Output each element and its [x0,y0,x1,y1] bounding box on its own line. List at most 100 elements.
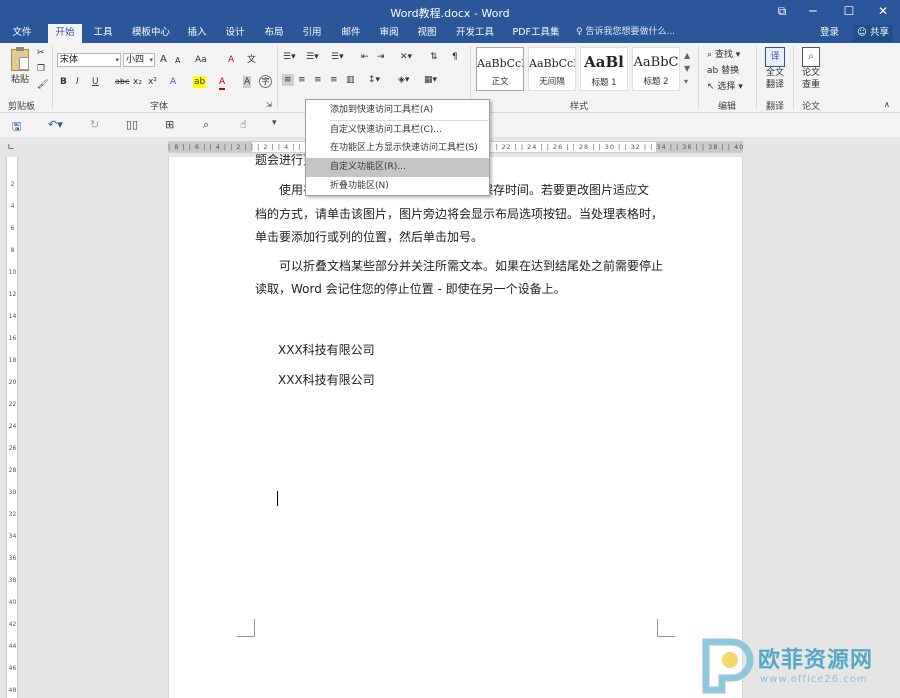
tab-tools[interactable]: 工具 [88,24,118,43]
numbering-icon[interactable]: ☰▾ [306,51,319,63]
ruler-number: 20 [8,379,17,386]
menu-item-customize-qat[interactable]: 自定义快速访问工具栏(C)... [306,121,489,140]
style-no-spacing[interactable]: AaBbCcI 无间隔 [528,47,576,91]
align-center-icon[interactable]: ≡ [298,74,306,86]
align-right-icon[interactable]: ≡ [314,74,322,86]
style-heading-2[interactable]: AaBbC 标题 2 [632,47,680,91]
menu-item-customize-ribbon[interactable]: 自定义功能区(R)... [306,158,489,177]
decrease-indent-icon[interactable]: ⇤ [361,51,369,63]
tab-mailings[interactable]: 邮件 [336,24,366,43]
tab-insert[interactable]: 插入 [182,24,212,43]
dialog-launcher-icon[interactable]: ⇲ [266,99,272,111]
strikethrough-button[interactable]: abc [115,76,129,88]
menu-item-collapse-ribbon[interactable]: 折叠功能区(N) [306,177,489,196]
tab-home[interactable]: 开始 [48,24,82,43]
tab-layout[interactable]: 布局 [259,24,289,43]
redo-icon[interactable]: ↻ [90,118,99,131]
tab-review[interactable]: 审阅 [374,24,404,43]
replace-button[interactable]: ab 替换 [707,65,739,77]
minimize-button[interactable]: ─ [796,0,830,24]
cut-icon[interactable]: ✂ [37,47,45,59]
superscript-button[interactable]: x² [148,76,157,88]
phonetic-guide-button[interactable]: 文 [247,54,256,66]
document-page[interactable]: 题会进行更 使用在 保存时间。若要更改图片适应文 档的方式，请单击该图片，图片旁… [168,153,743,698]
chinese-layout-icon[interactable]: ✕▾ [400,51,412,63]
style-sample: AaBl [584,53,624,71]
tab-template-center[interactable]: 模板中心 [128,24,174,43]
tab-pdf-tools[interactable]: PDF工具集 [508,24,564,43]
bold-button[interactable]: B [60,76,67,88]
shading-icon[interactable]: ◈▾ [398,74,409,86]
line-spacing-icon[interactable]: ↕▾ [368,74,380,86]
enclose-char-button[interactable]: 字 [259,75,272,88]
highlight-button[interactable]: ab [193,76,207,88]
touch-mode-icon[interactable]: ☝ [240,118,247,131]
style-normal[interactable]: AaBbCcI 正文 [476,47,524,91]
tab-file[interactable]: 文件 [6,24,38,43]
tab-developer[interactable]: 开发工具 [452,24,498,43]
ribbon-display-options-button[interactable]: ⧉ [765,0,799,24]
copy-icon[interactable]: ❐ [37,63,45,75]
chevron-down-icon: ▾ [149,56,153,64]
ruler-number: 10 [8,269,17,276]
style-sample: AaBbCcI [477,57,523,70]
multilevel-list-icon[interactable]: ☰▾ [331,51,344,63]
paper-check-button[interactable]: ⌕ 论文 查重 [798,47,824,91]
style-heading-1[interactable]: AaBl 标题 1 [580,47,628,91]
borders-icon[interactable]: ▦▾ [424,74,437,86]
menu-item-show-qat-above[interactable]: 在功能区上方显示快速访问工具栏(S) [306,139,489,158]
web-layout-icon[interactable]: ⊞ [165,118,174,131]
maximize-button[interactable]: ☐ [832,0,866,24]
tell-me-text: 告诉我您想要做什么... [585,27,676,37]
tab-selector-icon[interactable]: ∟ [4,143,18,155]
tab-view[interactable]: 视图 [412,24,442,43]
style-name: 正文 [491,77,509,87]
font-color-button[interactable]: A [219,76,226,90]
tell-me-box[interactable]: ♀ 告诉我您想要做什么... [576,24,675,41]
shrink-font-button[interactable]: A [175,55,180,67]
distributed-icon[interactable]: ▥ [346,74,355,86]
doc-para1-line1b: 保存时间。若要更改图片适应文 [481,183,650,197]
replace-label: 替换 [721,66,740,76]
bullets-icon[interactable]: ☰▾ [283,51,296,63]
align-left-icon[interactable]: ≡ [282,74,294,86]
italic-button[interactable]: I [76,76,79,88]
styles-scroll-icon[interactable]: ▲ ▼ ▾ [684,49,690,88]
customize-qat-icon[interactable]: ▾ [272,118,277,128]
print-preview-icon[interactable]: ⌕ [203,118,209,132]
vertical-ruler[interactable]: 2 4 6 8 10 12 14 16 18 20 22 24 26 28 30… [6,157,18,698]
title-bar: Word教程.docx - Word ⧉ ─ ☐ ✕ [0,0,900,24]
font-size-combo[interactable]: 小四 ▾ [123,53,155,67]
menu-item-add-to-qat[interactable]: 添加到快速访问工具栏(A) [306,101,489,120]
save-icon[interactable]: 🖫 [12,118,21,137]
justify-icon[interactable]: ≡ [330,74,338,86]
ruler-number: 36 [8,555,17,562]
text-effects-button[interactable]: A [170,76,176,88]
format-painter-icon[interactable]: 🖌 [37,79,48,91]
paste-button[interactable]: 粘贴 [8,47,32,89]
sort-icon[interactable]: ⇅ [430,51,438,63]
char-shading-button[interactable]: A [243,76,252,88]
find-label: 查找 [714,50,733,60]
grow-font-button[interactable]: A [160,54,167,66]
full-translate-button[interactable]: 译 全文 翻译 [762,47,788,91]
subscript-button[interactable]: x₂ [133,76,142,88]
change-case-button[interactable]: Aa [195,54,207,66]
login-link[interactable]: 登录 [820,24,839,41]
underline-button[interactable]: U [92,76,99,88]
share-button[interactable]: ☺ 共享 [853,25,893,42]
read-mode-icon[interactable]: ▯▯ [126,118,138,131]
font-name-value: 宋体 [60,55,79,65]
tab-references[interactable]: 引用 [297,24,327,43]
increase-indent-icon[interactable]: ⇥ [377,51,385,63]
show-marks-icon[interactable]: ¶ [452,51,458,63]
undo-icon[interactable]: ↶▾ [48,118,63,131]
replace-icon: ab [707,66,722,76]
close-button[interactable]: ✕ [866,0,900,24]
find-button[interactable]: ⌕ 查找 ▾ [707,49,740,61]
tab-design[interactable]: 设计 [220,24,250,43]
select-button[interactable]: ↖ 选择 ▾ [707,81,743,93]
clear-formatting-button[interactable]: A [228,54,234,66]
collapse-ribbon-icon[interactable]: ∧ [884,99,890,111]
font-name-combo[interactable]: 宋体 ▾ [57,53,121,67]
